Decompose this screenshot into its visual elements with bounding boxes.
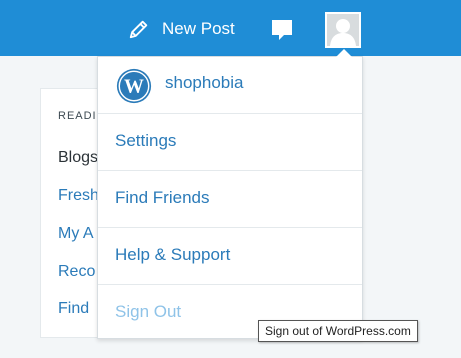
pencil-icon xyxy=(129,20,148,39)
masterbar: New Post xyxy=(0,0,461,56)
menu-item-help-support[interactable]: Help & Support xyxy=(98,228,362,285)
menu-item-label: Settings xyxy=(115,131,177,150)
new-post-button[interactable]: New Post xyxy=(128,14,235,44)
profile-avatar-button[interactable] xyxy=(325,12,361,48)
wordpress-logo-icon: W xyxy=(116,68,152,104)
menu-item-label: Sign Out xyxy=(115,302,182,321)
avatar xyxy=(327,14,359,46)
notifications-icon[interactable] xyxy=(270,18,294,42)
sign-out-tooltip: Sign out of WordPress.com xyxy=(258,320,418,342)
menu-item-find-friends[interactable]: Find Friends xyxy=(98,171,362,228)
new-post-label: New Post xyxy=(162,19,235,38)
menu-item-settings[interactable]: Settings xyxy=(98,114,362,171)
person-icon xyxy=(330,19,356,46)
svg-text:W: W xyxy=(124,76,144,98)
site-row[interactable]: W shophobia xyxy=(98,57,362,114)
site-name: shophobia xyxy=(165,73,244,92)
menu-item-label: Find Friends xyxy=(115,188,210,207)
dropdown-caret xyxy=(336,49,352,57)
profile-dropdown: W shophobia Settings Find Friends Help &… xyxy=(97,49,363,339)
menu-item-label: Help & Support xyxy=(115,245,231,264)
